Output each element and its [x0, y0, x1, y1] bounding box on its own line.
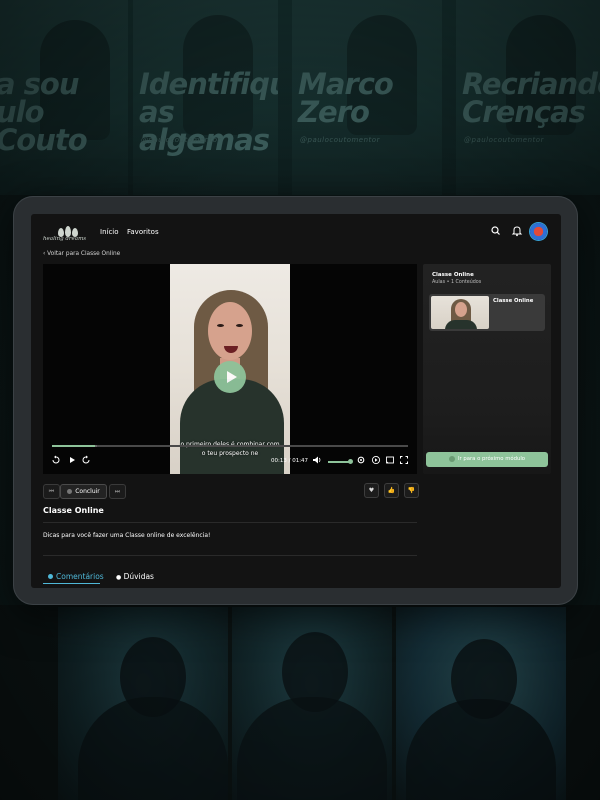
sidebar-subtitle: Aulas • 1 Conteúdos [432, 280, 482, 285]
nav-link-favoritos[interactable]: Favoritos [127, 228, 159, 236]
bottom-photo-3 [396, 607, 566, 800]
play-icon[interactable] [67, 455, 77, 465]
next-module-label: Ir para o próximo módulo [457, 456, 526, 462]
active-tab-indicator [43, 583, 100, 584]
play-circle-icon[interactable] [371, 455, 381, 465]
thumbs-down-icon: 👎 [407, 487, 416, 494]
progress-fill [52, 445, 95, 447]
skip-next-icon: ⏭ [114, 488, 121, 495]
divider [43, 522, 417, 523]
concluir-button[interactable]: Concluir [60, 484, 107, 499]
sidebar-title: Classe Online [432, 272, 474, 278]
navbar: healing dreams Início Favoritos [31, 214, 561, 250]
poster-2: Identifiqueas algemas @paulocoutomentor [133, 0, 278, 195]
poster-title: Crenças [462, 95, 586, 129]
video-player[interactable]: o primeiro deles é combinar com o teu pr… [43, 264, 417, 474]
volume-icon[interactable] [312, 455, 322, 465]
lesson-item-label: Classe Online [493, 298, 534, 304]
poster-handle: @paulocoutomentor [141, 136, 221, 144]
forward-icon[interactable] [81, 455, 91, 465]
module-sidebar: Classe Online Aulas • 1 Conteúdos Classe… [423, 264, 551, 474]
poster-title: Zero [298, 95, 370, 129]
fullscreen-icon[interactable] [399, 455, 409, 465]
comment-icon [48, 574, 53, 579]
concluir-label: Concluir [75, 488, 100, 495]
tab-label: Dúvidas [123, 572, 154, 581]
cast-icon[interactable] [385, 455, 395, 465]
poster-3: Marco Zero @paulocoutomentor [292, 0, 442, 195]
dislike-button[interactable]: 👎 [404, 483, 419, 498]
bottom-photo-1 [58, 607, 228, 800]
heart-icon: ♥ [368, 487, 375, 494]
tab-comentarios[interactable]: Comentários [48, 572, 104, 581]
bell-icon[interactable] [510, 224, 524, 238]
progress-bar[interactable] [52, 445, 408, 447]
poster-4: RecriandoCrenças @paulocoutomentor [456, 0, 600, 195]
poster-handle: @paulocoutomentor [464, 136, 544, 144]
thumbs-up-icon: 👍 [387, 487, 396, 494]
poster-title: as algemas [139, 95, 270, 157]
like-button[interactable]: 👍 [384, 483, 399, 498]
question-icon: ● [116, 574, 122, 581]
lesson-title: Classe Online [43, 506, 104, 515]
search-icon[interactable] [489, 224, 503, 238]
tab-label: Comentários [56, 572, 104, 581]
video-subtitles: o primeiro deles é combinar com o teu pr… [173, 440, 287, 458]
lesson-description: Dicas para você fazer uma Classe online … [43, 532, 211, 539]
play-overlay-button[interactable] [214, 361, 246, 393]
previous-lesson-button[interactable]: ⏮ [43, 484, 60, 499]
divider [43, 555, 417, 556]
poster-handle: @paulocoutomentor [300, 136, 380, 144]
logo-text: healing dreams [43, 236, 87, 242]
next-arrow-icon [448, 455, 455, 462]
skip-previous-icon: ⏮ [48, 488, 55, 495]
next-lesson-button[interactable]: ⏭ [109, 484, 126, 499]
poster-1: a sou ulo Couto [0, 0, 128, 195]
tab-duvidas[interactable]: ● Dúvidas [116, 572, 154, 581]
time-display: 00:13 / 01:47 [271, 458, 309, 464]
logo[interactable]: healing dreams [43, 222, 93, 246]
next-module-button[interactable]: Ir para o próximo módulo [426, 452, 548, 467]
sidebar-lesson-item[interactable]: Classe Online [429, 294, 545, 331]
volume-slider[interactable] [328, 459, 353, 464]
nav-link-inicio[interactable]: Início [100, 228, 119, 236]
check-circle-icon [67, 489, 73, 494]
app-screen: healing dreams Início Favoritos ‹ Voltar… [31, 214, 561, 588]
settings-gear-icon[interactable] [356, 455, 366, 465]
lesson-thumbnail [431, 296, 489, 329]
bottom-photo-2 [232, 607, 392, 800]
favorite-button[interactable]: ♥ [364, 483, 379, 498]
subtitle-line-2: o teu prospecto ne [201, 450, 259, 457]
back-link[interactable]: ‹ Voltar para Classe Online [43, 251, 120, 257]
poster-title: ulo Couto [0, 95, 88, 157]
avatar[interactable] [530, 223, 547, 240]
rewind-icon[interactable] [51, 455, 61, 465]
